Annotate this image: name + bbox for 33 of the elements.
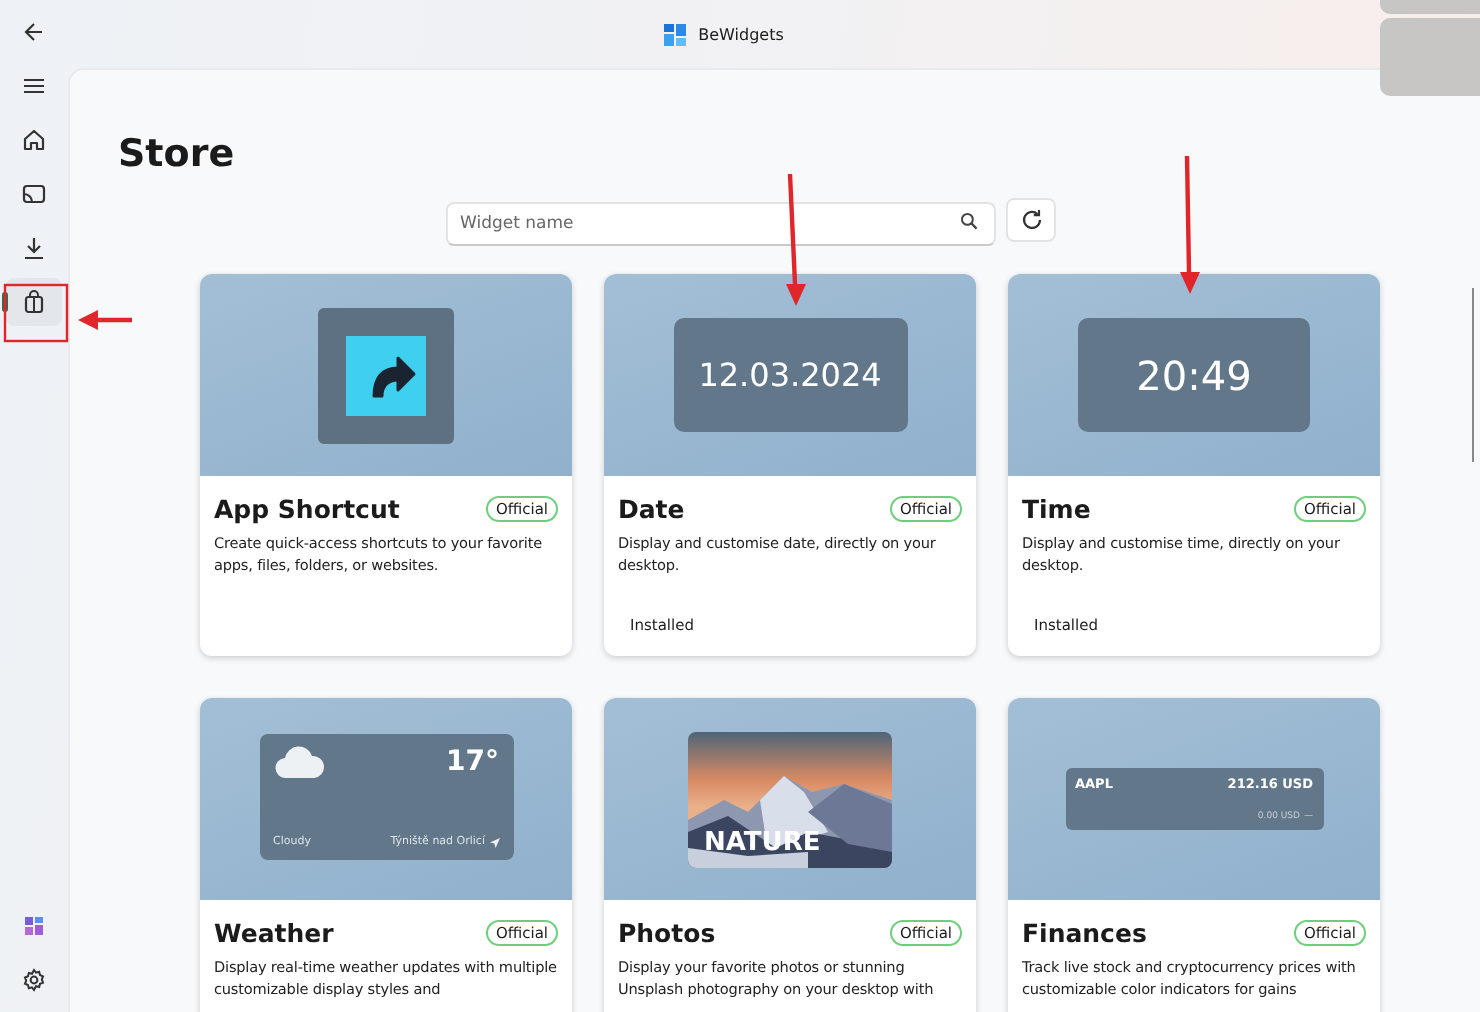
highlight-frame: [3, 283, 69, 343]
widget-name: Finances: [1022, 918, 1147, 948]
cloud-icon: [273, 746, 325, 778]
window-title: BeWidgets: [698, 25, 784, 43]
widget-name: Photos: [618, 918, 716, 948]
annotation-arrow: [786, 173, 806, 306]
back-icon: [22, 20, 46, 44]
widget-name: Weather: [214, 918, 334, 948]
menu-icon: [22, 74, 46, 98]
search-icon: [960, 211, 978, 229]
refresh-icon: [1019, 208, 1043, 232]
widget-name: Time: [1022, 494, 1091, 524]
annotation-arrow: [78, 310, 132, 330]
search-field[interactable]: Widget name: [446, 202, 996, 246]
date-display: 12.03.2024: [673, 318, 907, 432]
location-arrow-icon: [489, 837, 499, 847]
clock-display: 20:49: [1078, 318, 1310, 432]
settings-icon: [22, 968, 46, 992]
home-icon: [22, 128, 46, 152]
annotation-arrow: [1180, 155, 1200, 294]
page-title: Store: [118, 130, 237, 178]
nav-button[interactable]: [6, 278, 62, 326]
shopping-bag-icon: [22, 290, 46, 314]
widgets-icon: [22, 914, 46, 938]
cast-icon: [22, 182, 46, 206]
download-icon: [22, 236, 46, 260]
scrollbar[interactable]: [1471, 288, 1474, 462]
app-logo-icon: [664, 23, 687, 45]
temperature: 17°: [446, 746, 499, 778]
refresh-button[interactable]: [1006, 198, 1056, 242]
widget-name: App Shortcut: [214, 494, 400, 524]
overlay-panel: [1380, 18, 1480, 96]
widget-name: Date: [618, 494, 685, 524]
